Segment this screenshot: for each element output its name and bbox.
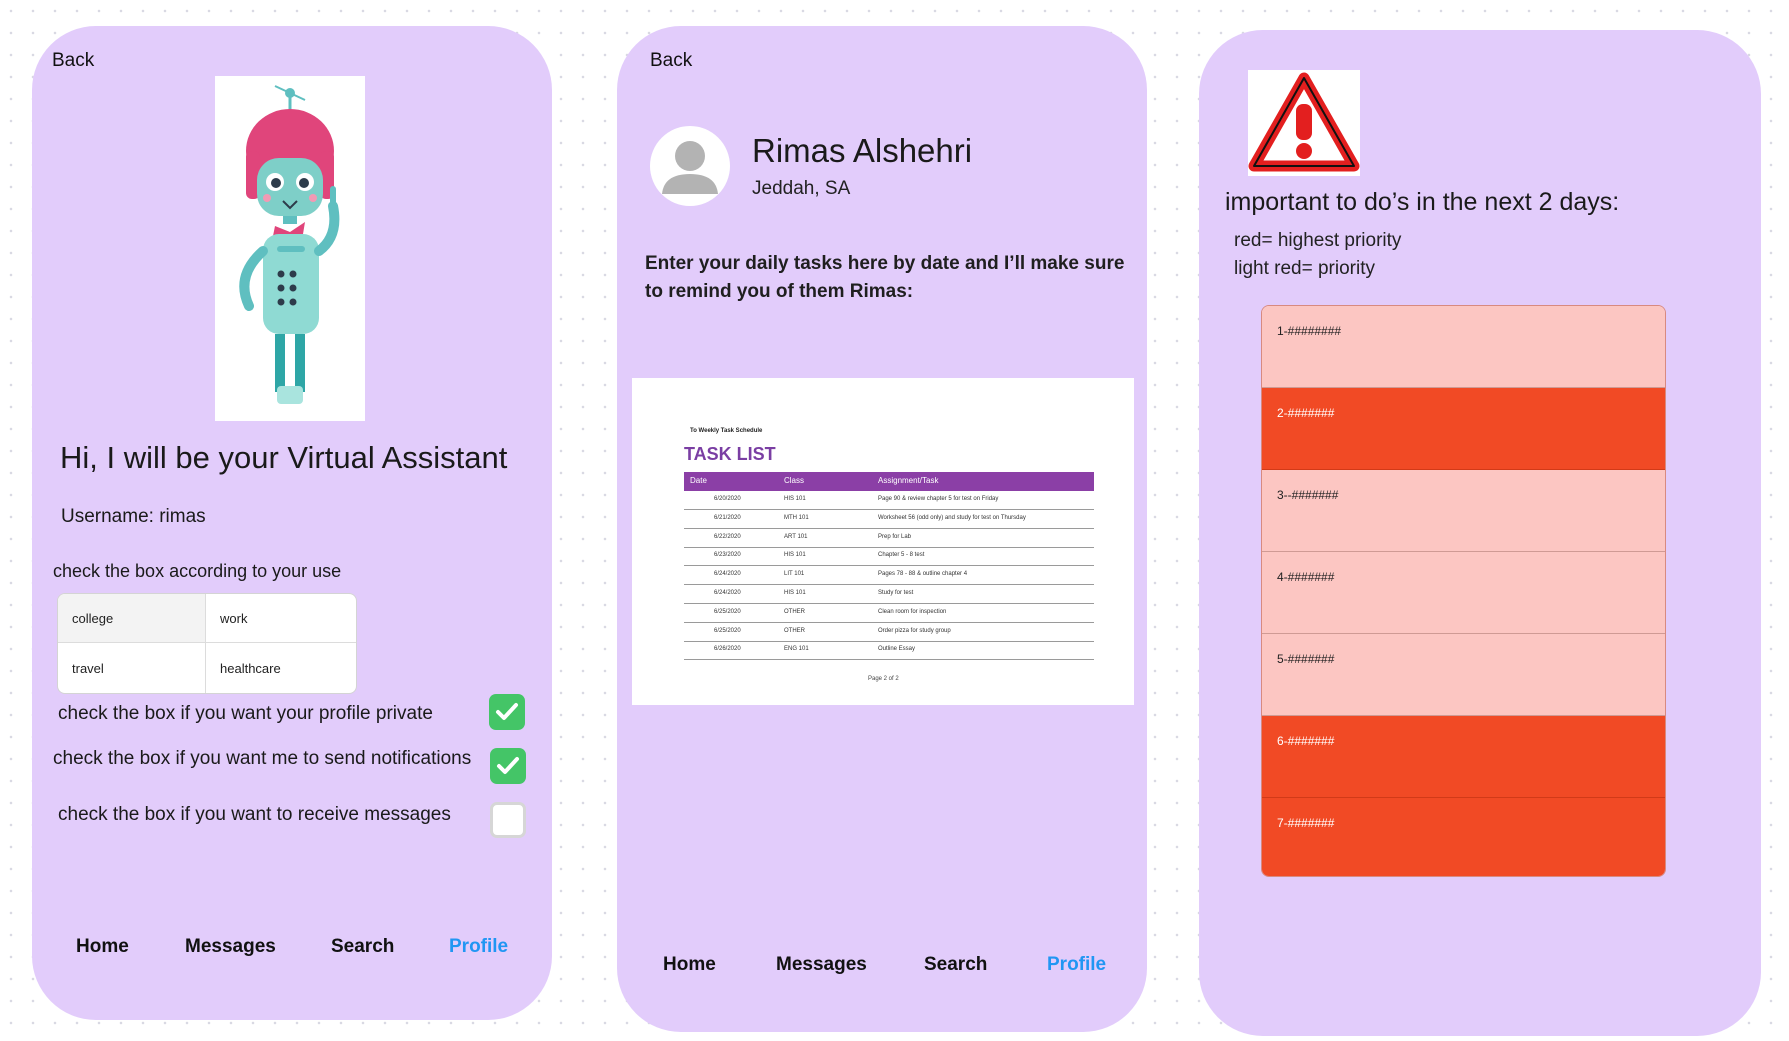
task-row: 6/23/2020 HIS 101 Chapter 5 - 8 test (684, 547, 1094, 567)
task-row: 6/21/2020 MTH 101 Worksheet 56 (odd only) … (684, 510, 1094, 529)
header-task: Assignment/Task (878, 476, 939, 485)
important-heading: important to do’s in the next 2 days: (1225, 188, 1620, 216)
task-row: 6/20/2020 HIS 101 Page 90 & review chapter… (684, 491, 1094, 510)
task-class: LIT 101 (784, 571, 805, 578)
task-date: 6/24/2020 (714, 571, 741, 578)
header-class: Class (784, 476, 805, 485)
private-profile-label: check the box if you want your profile p… (58, 703, 433, 724)
task-class: ENG 101 (784, 646, 809, 653)
task-row: 6/24/2020 HIS 101 Study for test (684, 585, 1094, 604)
task-assignment: Pages 78 - 88 & outline chapter 4 (878, 571, 968, 578)
assistant-profile-screen: Back Hi, I will be your Virtual Assistan… (32, 26, 552, 1020)
back-button[interactable]: Back (52, 50, 94, 72)
profile-name: Rimas Alshehri (752, 132, 973, 169)
use-option-work[interactable]: work (206, 594, 356, 643)
task-row: 6/22/2020 ART 101 Prep for Lab (684, 529, 1094, 548)
task-date: 6/26/2020 (714, 646, 741, 653)
header-date: Date (690, 476, 707, 485)
messages-checkbox[interactable] (490, 802, 526, 838)
task-date: 6/25/2020 (714, 627, 741, 634)
user-avatar-icon (662, 141, 718, 194)
robot-assistant-illustration (215, 76, 365, 421)
use-option-travel[interactable]: travel (58, 643, 206, 693)
priority-todo-screen: important to do’s in the next 2 days: re… (1199, 30, 1761, 1036)
legend-high-priority: red= highest priority (1234, 230, 1402, 251)
nav-search[interactable]: Search (331, 936, 394, 958)
nav-home[interactable]: Home (663, 954, 716, 976)
task-row: 6/25/2020 OTHER Order pizza for study grou… (684, 623, 1094, 642)
task-date: 6/20/2020 (714, 496, 741, 502)
task-sheet-title: TASK LIST (684, 444, 776, 464)
check-icon (496, 703, 518, 720)
nav-home[interactable]: Home (76, 936, 129, 958)
nav-messages[interactable]: Messages (185, 936, 276, 958)
task-description: Enter your daily tasks here by date and … (645, 253, 1125, 302)
task-date: 6/24/2020 (714, 590, 741, 596)
username-label: Username: rimas (61, 506, 206, 527)
profile-location: Jeddah, SA (752, 178, 851, 199)
task-assignment: Study for test (878, 590, 914, 596)
task-date: 6/23/2020 (714, 552, 741, 559)
task-class: HIS 101 (784, 590, 806, 596)
task-assignment: Worksheet 56 (odd only) and study for te… (878, 514, 1026, 521)
task-class: HIS 101 (784, 496, 806, 502)
task-sheet-footer: Page 2 of 2 (868, 676, 899, 682)
use-option-college[interactable]: college (58, 594, 206, 643)
task-class: HIS 101 (784, 552, 806, 559)
task-assignment: Clean room for inspection (878, 608, 947, 615)
task-date: 6/25/2020 (714, 608, 741, 615)
check-icon (497, 757, 519, 774)
task-sheet-header: Date Class Assignment/Task (684, 472, 1094, 491)
task-row: 6/26/2020 ENG 101 Outline Essay (684, 641, 1094, 661)
task-date: 6/22/2020 (714, 533, 741, 540)
legend-priority: light red= priority (1234, 258, 1375, 279)
task-row: 6/25/2020 OTHER Clean room for inspection (684, 604, 1094, 623)
task-list-image: To Weekly Task Schedule TASK LIST Date C… (632, 378, 1134, 705)
avatar[interactable] (650, 126, 730, 206)
nav-search[interactable]: Search (924, 954, 987, 976)
nav-profile[interactable]: Profile (449, 936, 508, 958)
use-instruction: check the box according to your use (53, 561, 342, 581)
task-date: 6/21/2020 (714, 514, 741, 521)
task-class: OTHER (784, 627, 805, 634)
priority-item[interactable]: 2-####### (1262, 388, 1665, 470)
back-button[interactable]: Back (650, 50, 692, 72)
priority-item[interactable]: 3--####### (1262, 470, 1665, 552)
assistant-greeting: Hi, I will be your Virtual Assistant (60, 440, 508, 475)
use-options-grid: college work travel healthcare (57, 593, 357, 694)
priority-item[interactable]: 6-####### (1262, 716, 1665, 798)
task-class: MTH 101 (784, 514, 809, 521)
notifications-checkbox[interactable] (490, 748, 526, 784)
messages-label: check the box if you want to receive mes… (58, 804, 451, 825)
private-profile-checkbox[interactable] (489, 694, 525, 730)
priority-item[interactable]: 7-####### (1262, 798, 1665, 876)
task-class: ART 101 (784, 533, 808, 540)
task-sheet-subtitle: To Weekly Task Schedule (690, 428, 763, 434)
task-class: OTHER (784, 608, 805, 615)
task-assignment: Chapter 5 - 8 test (878, 552, 925, 559)
task-assignment: Prep for Lab (878, 533, 912, 540)
notifications-label: check the box if you want me to send not… (53, 748, 472, 769)
task-assignment: Order pizza for study group (878, 627, 951, 634)
warning-icon (1248, 70, 1360, 176)
task-assignment: Outline Essay (878, 646, 916, 653)
user-profile-screen: Back Rimas Alshehri Jeddah, SA Enter you… (617, 26, 1147, 1032)
task-row: 6/24/2020 LIT 101 Pages 78 - 88 & outline … (684, 566, 1094, 586)
task-assignment: Page 90 & review chapter 5 for test on F… (878, 496, 999, 502)
priority-item[interactable]: 5-####### (1262, 634, 1665, 716)
nav-messages[interactable]: Messages (776, 954, 867, 976)
priority-item[interactable]: 4-####### (1262, 552, 1665, 634)
nav-profile[interactable]: Profile (1047, 954, 1106, 976)
priority-list: 1-######## 2-####### 3--####### 4-####### 5-… (1261, 305, 1666, 877)
priority-item[interactable]: 1-######## (1262, 306, 1665, 388)
use-option-healthcare[interactable]: healthcare (206, 643, 356, 693)
